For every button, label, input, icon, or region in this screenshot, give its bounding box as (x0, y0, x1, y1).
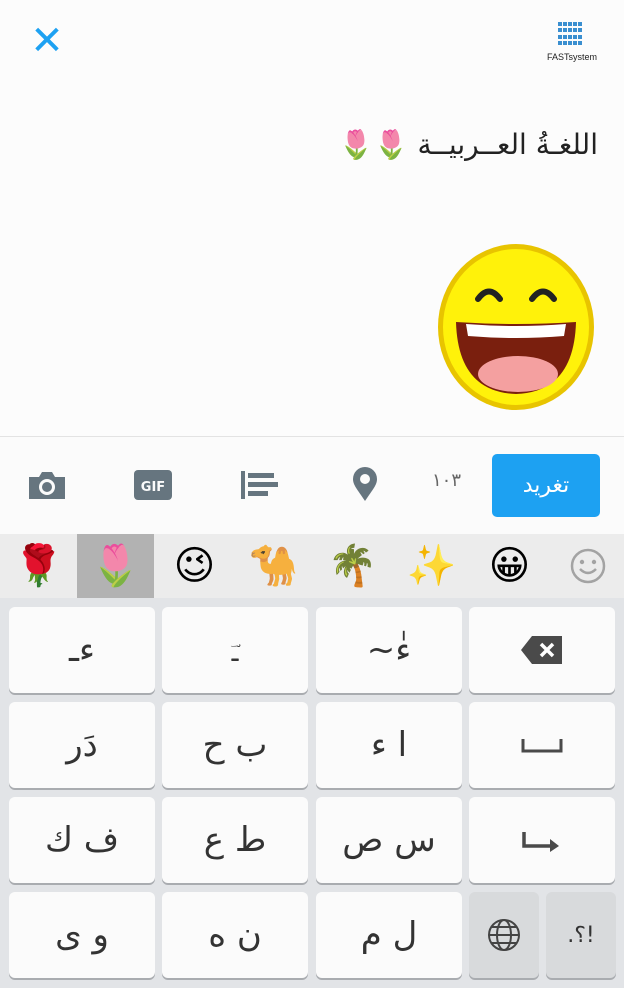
logo-text: FASTsystem (546, 52, 597, 62)
enter-icon (522, 832, 559, 852)
grinning-face-emoji[interactable]: 😀 (471, 534, 548, 598)
key-hamza-dash[interactable]: ءـ (9, 607, 155, 693)
key-alif-hamza[interactable]: ا ء (316, 702, 462, 788)
close-icon[interactable]: ✕ (28, 21, 66, 61)
arabic-keyboard: ءـ ـؔ ءٰ~ دَر ب ح ا ء ف ك ط ع س ص و ى ن … (0, 598, 624, 988)
language-key[interactable] (469, 892, 539, 978)
camera-icon[interactable] (27, 467, 67, 503)
logo-grid-icon (558, 22, 584, 46)
palm-tree-emoji[interactable]: 🌴 (314, 534, 391, 598)
compose-area[interactable]: ✕ FASTsystem اللغـةُ العــربيــة 🌷🌷 (0, 0, 624, 436)
rose-emoji[interactable]: 🌹 (0, 534, 77, 598)
fastsystem-logo: FASTsystem (545, 22, 599, 64)
backspace-icon (521, 636, 562, 664)
compose-text[interactable]: اللغـةُ العــربيــة 🌷🌷 (339, 128, 598, 161)
sparkles-emoji[interactable]: ✨ (393, 534, 470, 598)
emoji-suggestion-bar: 🌹 🌷 😉 🐪 🌴 ✨ 😀 (0, 534, 624, 599)
camel-emoji[interactable]: 🐪 (235, 534, 312, 598)
enter-key[interactable] (469, 797, 615, 883)
key-fa-kaf[interactable]: ف ك (9, 797, 155, 883)
punctuation-key[interactable]: !؟. (546, 892, 616, 978)
key-diacritic[interactable]: ـؔ (162, 607, 308, 693)
key-lam-mim[interactable]: ل م (316, 892, 462, 978)
tweet-button[interactable]: تغريد (492, 454, 600, 517)
location-pin-icon[interactable] (345, 467, 385, 503)
key-waw-ya[interactable]: و ى (9, 892, 155, 978)
key-dal-ra[interactable]: دَر (9, 702, 155, 788)
poll-icon[interactable] (239, 467, 279, 503)
key-hamza-tilde[interactable]: ءٰ~ (316, 607, 462, 693)
laughing-smiley-image (438, 244, 594, 410)
key-sin-sad[interactable]: س ص (316, 797, 462, 883)
emoji-keyboard-icon[interactable] (570, 548, 606, 584)
globe-icon (488, 919, 520, 951)
character-counter: ١٠٣ (432, 470, 462, 491)
key-ba-ha[interactable]: ب ح (162, 702, 308, 788)
gif-icon[interactable]: GIF (133, 467, 173, 503)
key-nun-ha[interactable]: ن ه (162, 892, 308, 978)
tulip-emoji[interactable]: 🌷 (77, 534, 154, 598)
backspace-key[interactable] (469, 607, 615, 693)
space-key[interactable] (469, 702, 615, 788)
space-icon (521, 739, 563, 753)
winking-face-emoji[interactable]: 😉 (156, 534, 233, 598)
key-ta-ain[interactable]: ط ع (162, 797, 308, 883)
svg-text:GIF: GIF (141, 480, 165, 495)
